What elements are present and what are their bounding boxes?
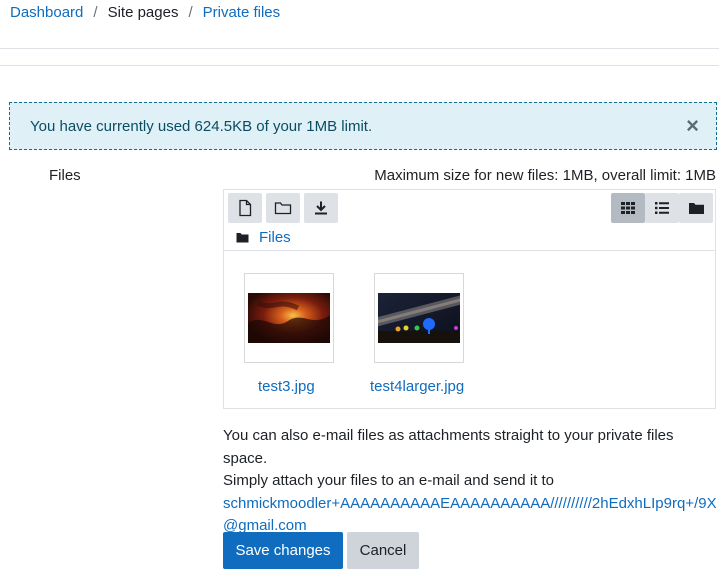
max-size-note: Maximum size for new files: 1MB, overall… bbox=[374, 167, 716, 184]
folder-icon bbox=[236, 232, 249, 242]
file-manager-toolbar bbox=[228, 193, 713, 223]
path-bar: Files bbox=[236, 228, 291, 246]
list-view-icon bbox=[655, 202, 669, 214]
save-changes-button[interactable]: Save changes bbox=[223, 532, 343, 569]
icon-view-button[interactable] bbox=[611, 193, 645, 223]
content-divider bbox=[0, 65, 719, 66]
file-manager: Files test3.jpg test4larger.jpg bbox=[223, 189, 716, 409]
file-manager-divider bbox=[224, 250, 715, 251]
header-divider bbox=[0, 48, 719, 49]
email-info-line1: You can also e-mail files as attachments… bbox=[223, 427, 674, 467]
files-field-label: Files bbox=[49, 167, 81, 184]
breadcrumb-dashboard[interactable]: Dashboard bbox=[10, 4, 83, 21]
create-folder-icon bbox=[274, 202, 292, 215]
list-view-button[interactable] bbox=[645, 193, 679, 223]
nebula-image bbox=[248, 293, 330, 343]
download-button[interactable] bbox=[304, 193, 338, 223]
cancel-button[interactable]: Cancel bbox=[347, 532, 419, 569]
breadcrumb-separator: / bbox=[188, 3, 193, 21]
breadcrumb-private-files[interactable]: Private files bbox=[203, 4, 281, 21]
add-file-icon bbox=[239, 199, 252, 217]
close-icon[interactable]: × bbox=[686, 115, 699, 137]
file-thumbnail-test3[interactable] bbox=[244, 273, 334, 363]
quota-alert: You have currently used 624.5KB of your … bbox=[9, 102, 717, 150]
file-name-test4larger[interactable]: test4larger.jpg bbox=[370, 378, 464, 395]
tree-view-button[interactable] bbox=[679, 193, 713, 223]
email-info-line2: Simply attach your files to an e-mail an… bbox=[223, 472, 554, 489]
tree-view-folder-icon bbox=[688, 203, 704, 214]
file-thumbnail-test4larger[interactable] bbox=[374, 273, 464, 363]
create-folder-button[interactable] bbox=[266, 193, 300, 223]
path-files-link[interactable]: Files bbox=[259, 229, 291, 246]
breadcrumb: Dashboard / Site pages / Private files bbox=[10, 3, 280, 21]
quota-alert-message: You have currently used 624.5KB of your … bbox=[30, 117, 373, 135]
download-icon bbox=[315, 201, 327, 215]
breadcrumb-separator: / bbox=[93, 3, 98, 21]
add-file-button[interactable] bbox=[228, 193, 262, 223]
email-address-link[interactable]: schmickmoodler+AAAAAAAAAAEAAAAAAAAAA////… bbox=[223, 493, 719, 538]
breadcrumb-site-pages: Site pages bbox=[107, 3, 179, 21]
email-info: You can also e-mail files as attachments… bbox=[223, 425, 719, 538]
night-sky-image bbox=[378, 293, 460, 343]
icon-view-grid-icon bbox=[621, 202, 635, 214]
file-name-test3[interactable]: test3.jpg bbox=[258, 378, 315, 395]
